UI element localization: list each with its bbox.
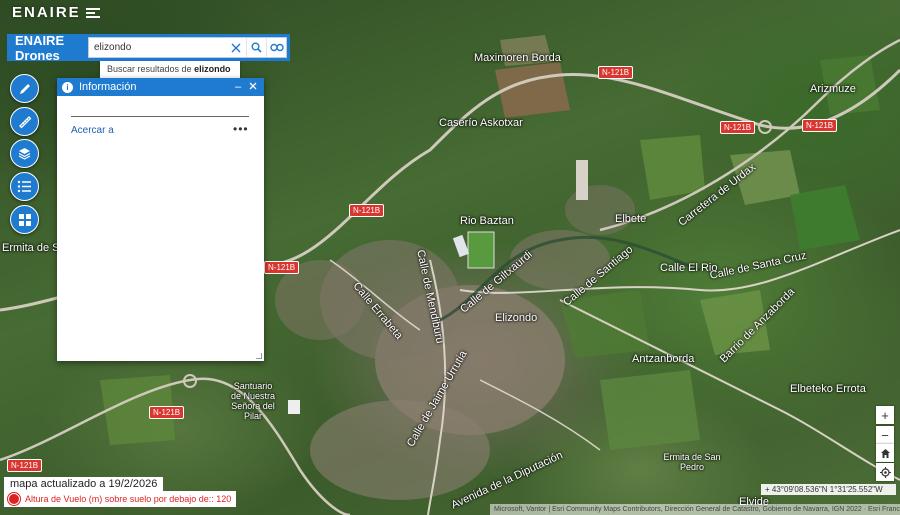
- legend-list-button[interactable]: [10, 172, 39, 201]
- map-label: Maximoren Borda: [474, 52, 561, 64]
- info-panel-header[interactable]: i Información –: [57, 78, 264, 96]
- logo-mark-icon: [85, 7, 102, 19]
- more-options-button[interactable]: •••: [233, 122, 249, 136]
- map-label: Antzanborda: [632, 353, 695, 365]
- app-title: ENAIRE Drones: [15, 32, 65, 63]
- ruler-icon: [18, 115, 31, 128]
- search-suggestion[interactable]: Buscar resultados de elizondo: [100, 61, 240, 78]
- layers-button[interactable]: [10, 139, 39, 168]
- panel-divider: [71, 116, 249, 117]
- road-badge: N-121B: [349, 204, 385, 217]
- map-updated-info: mapa actualizado a 19/2/2026: [4, 477, 164, 491]
- legend-marker-icon: [8, 493, 20, 505]
- road-badge: N-121B: [149, 406, 185, 419]
- map-label: Arizmuze: [810, 83, 856, 95]
- info-panel-title: Información: [79, 81, 137, 93]
- updated-date: 19/2/2026: [108, 478, 158, 490]
- zoom-in-button[interactable]: +: [876, 406, 894, 424]
- home-button[interactable]: [876, 444, 894, 462]
- link-button[interactable]: [266, 38, 286, 57]
- measure-ruler-button[interactable]: [10, 107, 39, 136]
- info-panel: i Información – Acercar a •••: [57, 78, 264, 361]
- road-badge: N-121B: [264, 261, 300, 274]
- close-panel-button[interactable]: [247, 81, 259, 93]
- legend-text: Altura de Vuelo (m) sobre suelo por deba…: [25, 494, 232, 504]
- enaire-logo: ENAIRE: [12, 4, 102, 21]
- suggestion-term: elizondo: [194, 64, 231, 74]
- layers-icon: [18, 148, 31, 160]
- clear-search-button[interactable]: [226, 38, 246, 57]
- list-icon: [17, 180, 31, 193]
- locate-icon: [879, 466, 891, 478]
- logo-text: ENAIRE: [12, 4, 81, 21]
- link-icon: [269, 43, 284, 52]
- suggestion-prefix: Buscar resultados de: [107, 64, 192, 74]
- road-badge: N-121B: [720, 121, 756, 134]
- map-label: Caserío Askotxar: [439, 117, 523, 129]
- road-badge: N-121B: [598, 66, 634, 79]
- home-icon: [880, 448, 890, 458]
- road-badge: N-121B: [7, 459, 43, 472]
- grid-icon: [18, 213, 31, 226]
- updated-label: mapa actualizado a: [10, 478, 106, 490]
- map-label: Elizondo: [495, 312, 538, 324]
- search-button[interactable]: [246, 38, 266, 57]
- draw-pencil-button[interactable]: [10, 74, 39, 103]
- map-label: Elbete: [615, 213, 647, 225]
- road-badge: N-121B: [802, 119, 838, 132]
- search-bar: ENAIRE Drones: [7, 32, 290, 63]
- search-input[interactable]: [89, 38, 226, 57]
- coordinates-value: 43°09'08.536"N 1°31'25.552"W: [771, 485, 883, 494]
- close-icon: [231, 43, 241, 52]
- coordinates-readout: + 43°09'08.536"N 1°31'25.552"W: [761, 484, 896, 495]
- locate-button[interactable]: [876, 463, 894, 481]
- map-label: Rio Baztan: [460, 215, 514, 227]
- zoom-to-link[interactable]: Acercar a: [71, 125, 114, 136]
- pencil-icon: [19, 83, 30, 94]
- flight-height-legend: Altura de Vuelo (m) sobre suelo por deba…: [4, 491, 237, 507]
- map-label: Santuario de Nuestra Señora del Pilar: [230, 381, 276, 421]
- close-icon: [249, 82, 257, 90]
- basemap-gallery-button[interactable]: [10, 205, 39, 234]
- search-icon: [251, 42, 262, 53]
- search-input-wrapper: [88, 37, 287, 58]
- coordinates-toggle-icon[interactable]: +: [765, 485, 770, 494]
- minimize-button[interactable]: –: [232, 81, 244, 93]
- map-label: Ermita de San Pedro: [663, 452, 721, 472]
- resize-handle[interactable]: [256, 353, 262, 359]
- map-attribution: Microsoft, Vantor | Esri Community Maps …: [490, 504, 900, 515]
- info-icon: i: [62, 81, 73, 93]
- map-label: Elbeteko Errota: [790, 383, 866, 395]
- zoom-out-button[interactable]: −: [876, 426, 894, 444]
